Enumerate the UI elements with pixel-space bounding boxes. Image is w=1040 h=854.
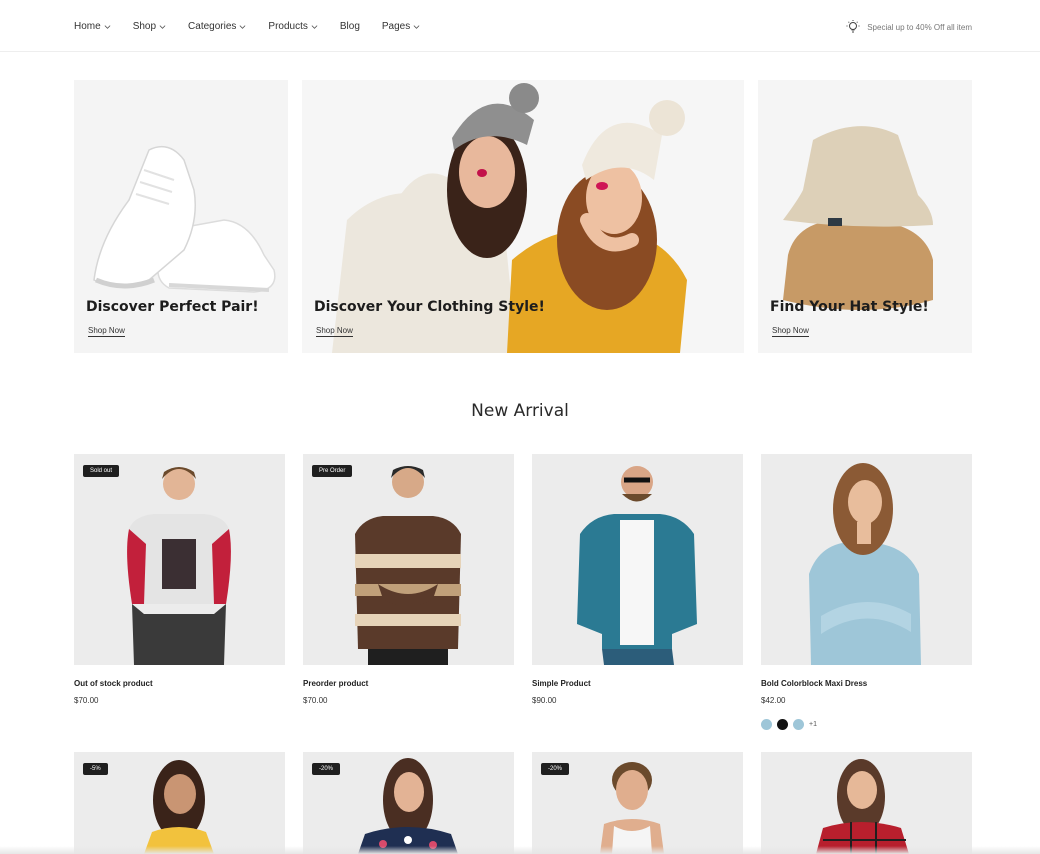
banner-title: Discover Perfect Pair! — [86, 299, 259, 315]
product-name[interactable]: Bold Colorblock Maxi Dress — [761, 679, 972, 688]
banner-shoes[interactable]: Discover Perfect Pair! Shop Now — [74, 80, 288, 353]
product-card: Sold out Out of stock product $70.00 — [74, 454, 285, 705]
product-card: Pre Order Preorder product $70.00 — [303, 454, 514, 705]
nav-item-pages[interactable]: Pages — [382, 21, 420, 32]
color-swatch[interactable] — [793, 719, 804, 730]
product-badge: -5% — [83, 763, 108, 775]
lightbulb-icon — [846, 20, 860, 33]
model-plaid-shirt-image — [816, 759, 909, 854]
model-denim-jacket-image — [577, 466, 697, 665]
product-image[interactable]: -20% — [532, 752, 743, 854]
shop-now-link[interactable]: Shop Now — [316, 326, 353, 337]
more-swatches-count[interactable]: +1 — [809, 721, 817, 728]
top-navigation-bar: Home Shop Categories Products Blog Pages — [0, 0, 1040, 52]
shop-now-link[interactable]: Shop Now — [88, 326, 125, 337]
product-price: $90.00 — [532, 696, 557, 705]
chevron-down-icon — [413, 25, 420, 29]
banner-title: Find Your Hat Style! — [770, 299, 929, 315]
nav-item-label: Shop — [132, 21, 157, 32]
product-price: $70.00 — [74, 696, 99, 705]
nav-item-label: Pages — [381, 21, 411, 32]
color-swatch[interactable] — [777, 719, 788, 730]
product-badge: -20% — [312, 763, 341, 775]
nav-item-label: Home — [74, 21, 101, 32]
nav-item-categories[interactable]: Categories — [188, 21, 246, 32]
model-raglan-tee-image — [127, 467, 231, 665]
product-name[interactable]: Preorder product — [303, 679, 514, 688]
product-price: $42.00 — [761, 696, 786, 705]
section-title: New Arrival — [471, 401, 569, 421]
product-image[interactable]: Sold out — [74, 454, 285, 665]
product-badge: -20% — [541, 763, 570, 775]
nav-item-products[interactable]: Products — [268, 21, 318, 32]
product-image[interactable] — [761, 752, 972, 854]
main-nav: Home Shop Categories Products Blog Pages — [74, 21, 420, 32]
chevron-down-icon — [159, 25, 166, 29]
product-badge: Pre Order — [312, 465, 353, 477]
banner-clothing[interactable]: Discover Your Clothing Style! Shop Now — [302, 80, 744, 353]
product-image[interactable]: -5% — [74, 752, 285, 854]
banner-title: Discover Your Clothing Style! — [314, 299, 545, 315]
nav-item-label: Categories — [188, 21, 237, 32]
product-name[interactable]: Simple Product — [532, 679, 743, 688]
nav-item-shop[interactable]: Shop — [133, 21, 166, 32]
chevron-down-icon — [311, 25, 318, 29]
banner-hats[interactable]: Find Your Hat Style! Shop Now — [758, 80, 972, 353]
product-card: Simple Product $90.00 — [532, 454, 743, 705]
nav-item-label: Blog — [339, 21, 360, 32]
product-price: $70.00 — [303, 696, 328, 705]
nav-item-blog[interactable]: Blog — [340, 21, 360, 32]
model-blue-sweater-image — [809, 463, 921, 665]
shop-now-link[interactable]: Shop Now — [772, 326, 809, 337]
promo-message: Special up to 40% Off all item — [845, 19, 972, 35]
product-badge: Sold out — [83, 465, 120, 477]
bottom-edge — [0, 846, 1040, 854]
chevron-down-icon — [104, 25, 111, 29]
product-image[interactable]: Pre Order — [303, 454, 514, 665]
model-striped-sweater-image — [355, 466, 461, 665]
product-name[interactable]: Out of stock product — [74, 679, 285, 688]
product-card: Bold Colorblock Maxi Dress $42.00 +1 — [761, 454, 972, 730]
product-image[interactable] — [761, 454, 972, 665]
nav-item-home[interactable]: Home — [74, 21, 111, 32]
product-image[interactable]: -20% — [303, 752, 514, 854]
nav-item-label: Products — [268, 21, 308, 32]
promo-text: Special up to 40% Off all item — [867, 22, 972, 32]
product-image[interactable] — [532, 454, 743, 665]
color-swatch[interactable] — [761, 719, 772, 730]
chevron-down-icon — [239, 25, 246, 29]
color-swatches: +1 — [761, 719, 972, 730]
